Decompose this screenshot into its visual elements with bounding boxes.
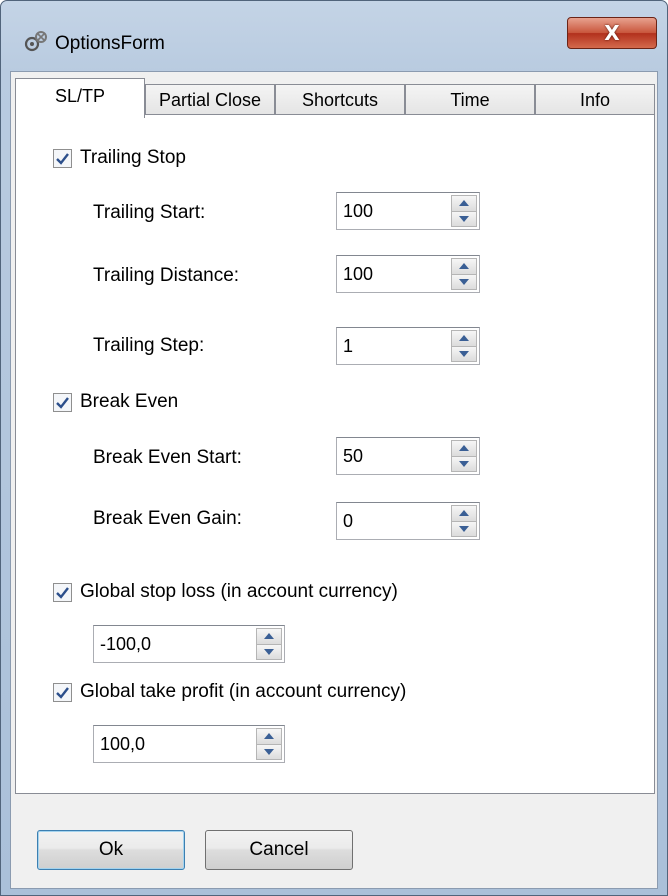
trailing-stop-label: Trailing Stop xyxy=(80,147,186,168)
trailing-distance-label: Trailing Distance: xyxy=(93,265,240,286)
checkbox-box[interactable] xyxy=(53,582,72,602)
close-icon: X xyxy=(604,21,620,45)
cancel-button[interactable]: Cancel xyxy=(205,830,353,870)
tab-info[interactable]: Info xyxy=(535,84,655,116)
gears-icon xyxy=(23,29,49,55)
global-stop-loss-stepper[interactable]: -100,0 xyxy=(93,625,285,663)
trailing-distance-value[interactable]: 100 xyxy=(343,264,373,285)
triangle-down-icon xyxy=(264,748,274,755)
spin-down-button[interactable] xyxy=(451,211,477,227)
tab-sl-tp[interactable]: SL/TP xyxy=(15,78,145,118)
spin-down-button[interactable] xyxy=(256,744,282,760)
break-even-start-stepper[interactable]: 50 xyxy=(336,437,480,475)
spin-buttons xyxy=(451,258,477,290)
spin-buttons xyxy=(256,628,282,660)
global-stop-loss-label: Global stop loss (in account currency) xyxy=(80,581,398,602)
checkbox-box[interactable] xyxy=(53,392,72,412)
break-even-gain-stepper[interactable]: 0 xyxy=(336,502,480,540)
spin-up-button[interactable] xyxy=(256,628,282,645)
global-take-profit-value[interactable]: 100,0 xyxy=(100,734,145,755)
tab-partial-close[interactable]: Partial Close xyxy=(145,84,275,116)
spin-up-button[interactable] xyxy=(451,440,477,457)
spin-up-button[interactable] xyxy=(451,258,477,275)
global-take-profit-stepper[interactable]: 100,0 xyxy=(93,725,285,763)
tab-strip: SL/TP Partial Close Shortcuts Time Info xyxy=(15,76,655,118)
break-even-gain-label: Break Even Gain: xyxy=(93,508,242,529)
checkbox-box[interactable] xyxy=(53,148,72,168)
options-window: OptionsForm X SL/TP Partial Close Shortc… xyxy=(0,0,668,896)
triangle-up-icon xyxy=(459,445,469,452)
checkmark-icon xyxy=(56,686,69,699)
spin-down-button[interactable] xyxy=(451,521,477,537)
spin-buttons xyxy=(256,728,282,760)
triangle-down-icon xyxy=(459,350,469,357)
spin-up-button[interactable] xyxy=(451,330,477,347)
break-even-start-value[interactable]: 50 xyxy=(343,446,363,467)
trailing-start-value[interactable]: 100 xyxy=(343,201,373,222)
triangle-down-icon xyxy=(264,648,274,655)
ok-button[interactable]: Ok xyxy=(37,830,185,870)
break-even-label: Break Even xyxy=(80,391,179,412)
triangle-up-icon xyxy=(459,510,469,517)
trailing-start-stepper[interactable]: 100 xyxy=(336,192,480,230)
spin-down-button[interactable] xyxy=(451,456,477,472)
trailing-step-label: Trailing Step: xyxy=(93,335,205,356)
global-take-profit-checkbox[interactable]: Global take profit (in account currency) xyxy=(53,681,406,703)
trailing-distance-stepper[interactable]: 100 xyxy=(336,255,480,293)
spin-buttons xyxy=(451,505,477,537)
triangle-up-icon xyxy=(264,733,274,740)
global-stop-loss-checkbox[interactable]: Global stop loss (in account currency) xyxy=(53,581,398,603)
triangle-up-icon xyxy=(459,263,469,270)
checkmark-icon xyxy=(56,586,69,599)
checkbox-box[interactable] xyxy=(53,682,72,702)
break-even-gain-value[interactable]: 0 xyxy=(343,511,353,532)
triangle-up-icon xyxy=(264,633,274,640)
triangle-down-icon xyxy=(459,278,469,285)
trailing-stop-checkbox[interactable]: Trailing Stop xyxy=(53,147,186,169)
trailing-step-value[interactable]: 1 xyxy=(343,336,353,357)
sl-tp-panel: Trailing Stop Trailing Start: 100 Traili… xyxy=(15,114,655,794)
window-title: OptionsForm xyxy=(55,33,165,54)
client-area: SL/TP Partial Close Shortcuts Time Info … xyxy=(10,71,658,889)
triangle-down-icon xyxy=(459,460,469,467)
spin-down-button[interactable] xyxy=(451,274,477,290)
spin-buttons xyxy=(451,195,477,227)
break-even-start-label: Break Even Start: xyxy=(93,447,242,468)
break-even-checkbox[interactable]: Break Even xyxy=(53,391,178,413)
tab-shortcuts[interactable]: Shortcuts xyxy=(275,84,405,116)
tab-time[interactable]: Time xyxy=(405,84,535,116)
trailing-step-stepper[interactable]: 1 xyxy=(336,327,480,365)
trailing-start-label: Trailing Start: xyxy=(93,202,206,223)
triangle-down-icon xyxy=(459,525,469,532)
spin-buttons xyxy=(451,440,477,472)
title-bar[interactable]: OptionsForm X xyxy=(1,1,667,71)
spin-down-button[interactable] xyxy=(451,346,477,362)
triangle-down-icon xyxy=(459,215,469,222)
global-stop-loss-value[interactable]: -100,0 xyxy=(100,634,151,655)
spin-up-button[interactable] xyxy=(256,728,282,745)
triangle-up-icon xyxy=(459,335,469,342)
triangle-up-icon xyxy=(459,200,469,207)
checkmark-icon xyxy=(56,152,69,165)
spin-up-button[interactable] xyxy=(451,505,477,522)
close-button[interactable]: X xyxy=(567,17,657,49)
global-take-profit-label: Global take profit (in account currency) xyxy=(80,681,407,702)
spin-down-button[interactable] xyxy=(256,644,282,660)
checkmark-icon xyxy=(56,396,69,409)
spin-buttons xyxy=(451,330,477,362)
spin-up-button[interactable] xyxy=(451,195,477,212)
